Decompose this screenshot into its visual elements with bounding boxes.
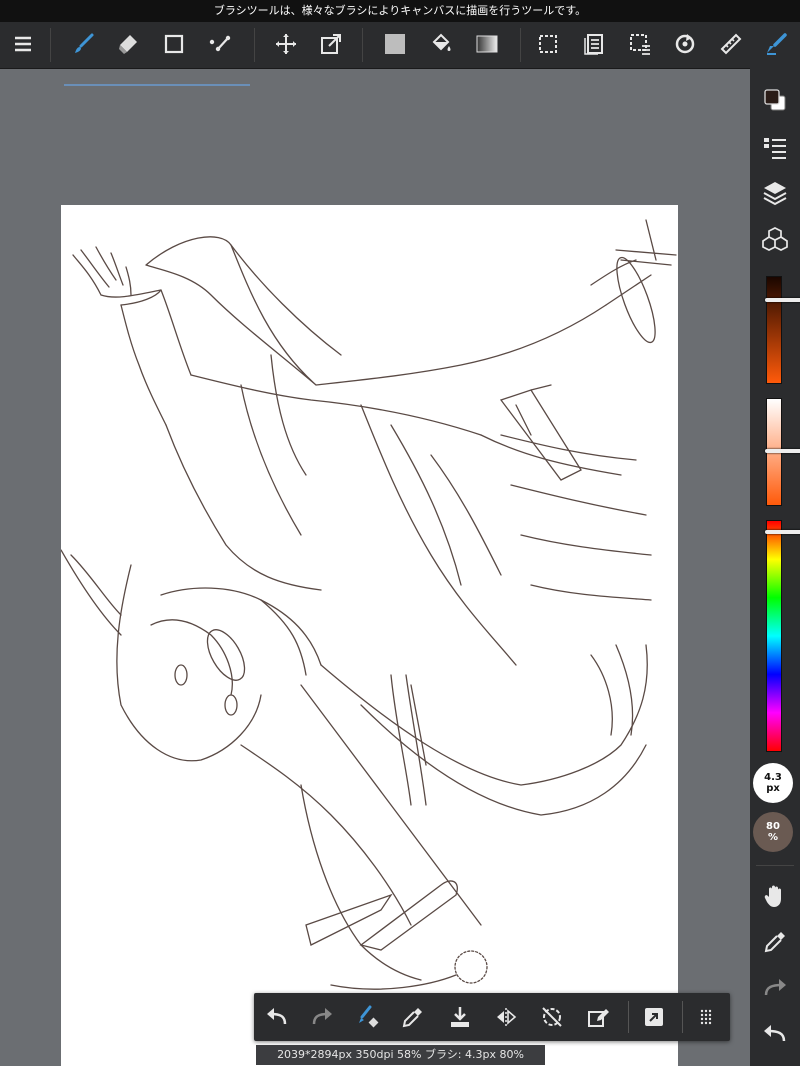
line-art-drawing	[61, 219, 677, 990]
toolbar-divider	[520, 28, 521, 62]
pen-active-icon[interactable]	[758, 26, 794, 62]
redo-icon[interactable]	[304, 999, 340, 1035]
eyedropper-sidebar-icon[interactable]	[757, 924, 793, 960]
toolbar-divider	[254, 28, 255, 62]
top-toolbar	[0, 22, 800, 86]
layers-icon[interactable]	[757, 175, 793, 211]
brush-size-value: 4.3	[764, 772, 782, 783]
rotate-reset-icon[interactable]	[534, 999, 570, 1035]
opacity-value: 80	[766, 821, 780, 832]
sidebar-divider	[756, 865, 794, 866]
tint-slider-knob[interactable]	[765, 449, 800, 453]
toolbar-divider	[362, 28, 363, 62]
right-sidebar: 4.3 px 80 %	[750, 68, 800, 1066]
materials-icon[interactable]	[757, 221, 793, 257]
ruler-icon[interactable]	[713, 26, 749, 62]
redo-sidebar-icon[interactable]	[757, 970, 793, 1006]
fill-color-icon[interactable]	[377, 26, 413, 62]
undo-icon[interactable]	[259, 999, 295, 1035]
move-tool-icon[interactable]	[268, 26, 304, 62]
brush-eraser-toggle-icon[interactable]	[350, 999, 386, 1035]
opacity-badge[interactable]: 80 %	[753, 812, 793, 852]
select-options-icon[interactable]	[622, 26, 658, 62]
toolbar-divider	[50, 28, 51, 62]
color-swatch[interactable]	[757, 82, 793, 118]
color-tint-slider[interactable]	[765, 398, 800, 506]
bucket-tool-icon[interactable]	[423, 26, 459, 62]
save-icon[interactable]	[442, 999, 478, 1035]
edit-icon[interactable]	[580, 999, 616, 1035]
hand-icon[interactable]	[757, 878, 793, 914]
eraser-tool-icon[interactable]	[110, 26, 146, 62]
shape-tool-icon[interactable]	[156, 26, 192, 62]
rotate-icon[interactable]	[667, 26, 703, 62]
menu-icon[interactable]	[5, 26, 41, 62]
brush-size-badge[interactable]: 4.3 px	[753, 763, 793, 803]
selection-tool-icon[interactable]	[530, 26, 566, 62]
active-tool-underline	[64, 84, 250, 86]
canvas-status-bar: 2039*2894px 350dpi 58% ブラシ: 4.3px 80%	[256, 1045, 545, 1065]
hue-slider-knob[interactable]	[765, 530, 800, 534]
drawing-canvas[interactable]	[61, 205, 678, 1066]
color-shade-slider[interactable]	[765, 276, 800, 384]
brush-tool-icon[interactable]	[66, 26, 102, 62]
hue-slider[interactable]	[765, 520, 800, 752]
bottom-divider	[682, 1001, 683, 1033]
brush-settings-icon[interactable]	[757, 129, 793, 165]
dot-line-tool-icon[interactable]	[202, 26, 238, 62]
undo-sidebar-icon[interactable]	[757, 1016, 793, 1052]
eyedropper-icon[interactable]	[395, 999, 431, 1035]
layer-list-icon[interactable]	[576, 26, 612, 62]
brush-size-unit: px	[766, 783, 780, 794]
quick-access-bar	[254, 993, 730, 1041]
grid-menu-icon[interactable]	[688, 999, 724, 1035]
shade-slider-knob[interactable]	[765, 298, 800, 302]
external-icon[interactable]	[636, 999, 672, 1035]
opacity-unit: %	[767, 832, 779, 843]
gradient-tool-icon[interactable]	[469, 26, 505, 62]
bottom-divider	[628, 1001, 629, 1033]
flip-icon[interactable]	[488, 999, 524, 1035]
transform-tool-icon[interactable]	[313, 26, 349, 62]
hint-banner: ブラシツールは、様々なブラシによりキャンバスに描画を行うツールです。	[0, 0, 800, 22]
